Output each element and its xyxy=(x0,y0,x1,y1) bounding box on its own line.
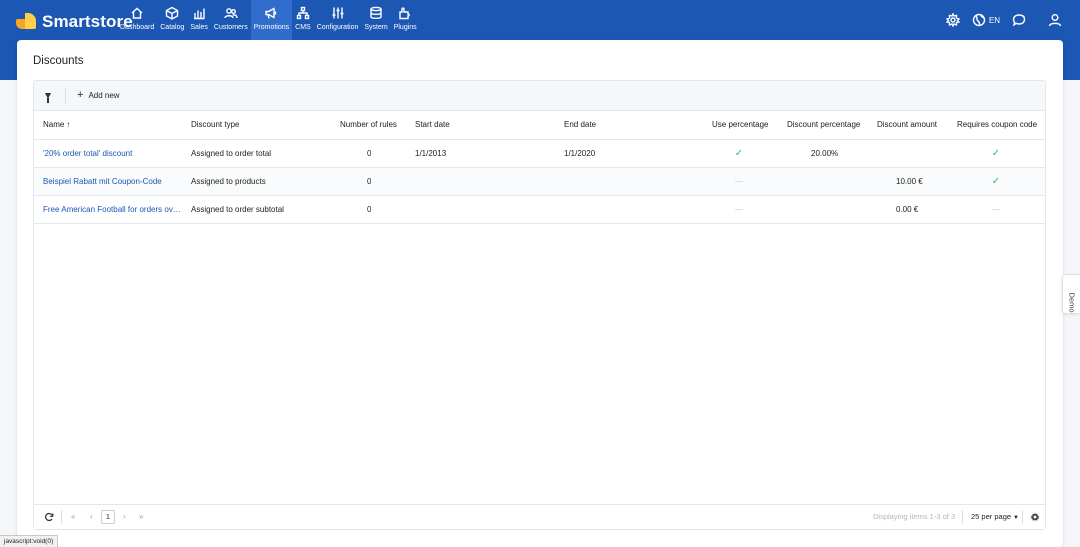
column-header-number-of-rules[interactable]: Number of rules xyxy=(340,111,397,139)
discounts-grid: + Add new Name ↑ Discount type Number of … xyxy=(33,80,1046,530)
caret-down-icon: ▼ xyxy=(1013,515,1019,521)
grid-footer: « ‹ 1 › » Displaying items 1-3 of 3 25 p… xyxy=(34,504,1045,529)
column-header-requires-coupon-code[interactable]: Requires coupon code xyxy=(957,111,1037,139)
pager-info: Displaying items 1-3 of 3 xyxy=(873,512,956,521)
discount-name-link[interactable]: Free American Football for orders over 1… xyxy=(43,196,183,223)
current-page-button[interactable]: 1 xyxy=(101,510,115,524)
discount-type-cell: Assigned to order total xyxy=(191,149,272,158)
column-header-discount-percentage[interactable]: Discount percentage xyxy=(787,111,860,139)
grid-toolbar: + Add new xyxy=(34,81,1045,111)
nav-item-plugins[interactable]: Plugins xyxy=(391,0,420,40)
sitemap-icon xyxy=(296,6,310,20)
add-new-label: Add new xyxy=(88,91,120,100)
column-header-discount-type[interactable]: Discount type xyxy=(191,111,239,139)
last-page-button[interactable]: » xyxy=(139,505,143,529)
prev-page-button[interactable]: ‹ xyxy=(90,505,93,529)
start-date-cell: 1/1/2013 xyxy=(415,149,447,158)
footer-divider xyxy=(962,510,963,524)
filter-button[interactable] xyxy=(45,92,51,103)
user-icon xyxy=(1048,14,1062,27)
box-icon xyxy=(166,6,179,20)
toolbar-divider xyxy=(65,87,66,104)
table-header: Name ↑ Discount type Number of rules Star… xyxy=(34,111,1045,140)
page-title: Discounts xyxy=(33,55,84,67)
number-of-rules-cell: 0 xyxy=(367,177,372,186)
main-nav: Dashboard Catalog Sales Customers Promot… xyxy=(117,0,420,40)
requires-coupon-check-icon: ✓ xyxy=(991,148,1001,159)
use-percentage-dash-icon: — xyxy=(735,205,743,214)
footer-divider xyxy=(1022,510,1023,524)
nav-item-cms[interactable]: CMS xyxy=(292,0,314,40)
discount-amount-cell: 0.00 € xyxy=(896,205,919,214)
settings-button[interactable] xyxy=(945,13,960,27)
nav-item-dashboard[interactable]: Dashboard xyxy=(117,0,157,40)
users-icon xyxy=(224,8,238,19)
discount-name-link[interactable]: '20% order total' discount xyxy=(43,140,183,167)
main-card: Discounts + Add new Name ↑ Discount type … xyxy=(17,40,1063,547)
nav-item-customers[interactable]: Customers xyxy=(211,0,251,40)
home-icon xyxy=(131,7,143,19)
discount-type-cell: Assigned to order subtotal xyxy=(191,205,284,214)
user-account-button[interactable] xyxy=(1048,13,1062,27)
demo-side-tab[interactable]: Demo xyxy=(1062,274,1080,314)
column-header-use-percentage[interactable]: Use percentage xyxy=(712,111,768,139)
nav-right-tools: EN xyxy=(934,0,1080,40)
demo-label: Demo xyxy=(1067,292,1077,313)
gear-icon xyxy=(1030,512,1040,522)
number-of-rules-cell: 0 xyxy=(367,149,372,158)
table-row[interactable]: '20% order total' discount Assigned to o… xyxy=(34,140,1045,168)
gear-icon xyxy=(945,13,960,27)
column-header-end-date[interactable]: End date xyxy=(564,111,596,139)
footer-divider xyxy=(61,510,62,524)
smartstore-logo-icon xyxy=(16,13,38,31)
brand[interactable]: Smartstore xyxy=(16,12,133,32)
chat-bubble-icon xyxy=(1012,14,1026,27)
chart-icon xyxy=(194,8,205,20)
end-date-cell: 1/1/2020 xyxy=(564,149,596,158)
nav-item-system[interactable]: System xyxy=(361,0,390,40)
discount-percentage-cell: 20.00% xyxy=(811,149,839,158)
column-header-name[interactable]: Name ↑ xyxy=(43,111,70,139)
requires-coupon-dash-icon: — xyxy=(992,205,1000,214)
discount-amount-cell: 10.00 € xyxy=(896,177,923,186)
page-size-select[interactable]: 25 per page ▼ xyxy=(971,505,1019,529)
discount-name-link[interactable]: Beispiel Rabatt mit Coupon-Code xyxy=(43,168,183,195)
use-percentage-check-icon: ✓ xyxy=(734,148,744,159)
sort-asc-icon: ↑ xyxy=(66,120,71,129)
language-code: EN xyxy=(988,15,1000,25)
nav-item-promotions[interactable]: Promotions xyxy=(250,0,293,40)
table-row[interactable]: Beispiel Rabatt mit Coupon-Code Assigned… xyxy=(34,168,1045,196)
first-page-button[interactable]: « xyxy=(71,505,75,529)
column-header-discount-amount[interactable]: Discount amount xyxy=(877,111,937,139)
table-row[interactable]: Free American Football for orders over 1… xyxy=(34,196,1045,224)
plus-icon: + xyxy=(77,89,84,101)
number-of-rules-cell: 0 xyxy=(367,205,372,214)
language-switcher[interactable]: EN xyxy=(972,13,1000,27)
nav-item-configuration[interactable]: Configuration xyxy=(314,0,362,40)
puzzle-icon xyxy=(399,7,411,20)
browser-status-bar: javascript:void(0) xyxy=(0,535,59,547)
database-icon xyxy=(370,6,382,20)
add-new-button[interactable]: + Add new xyxy=(77,90,120,101)
nav-item-sales[interactable]: Sales xyxy=(187,0,211,40)
use-percentage-dash-icon: — xyxy=(735,177,743,186)
refresh-icon xyxy=(45,512,54,521)
requires-coupon-check-icon: ✓ xyxy=(991,176,1001,187)
megaphone-icon xyxy=(265,7,277,19)
sliders-icon xyxy=(332,7,344,19)
chat-button[interactable] xyxy=(1012,13,1026,27)
next-page-button[interactable]: › xyxy=(123,505,126,529)
discount-type-cell: Assigned to products xyxy=(191,177,266,186)
globe-icon xyxy=(972,13,986,27)
nav-item-catalog[interactable]: Catalog xyxy=(157,0,187,40)
column-header-start-date[interactable]: Start date xyxy=(415,111,450,139)
refresh-button[interactable] xyxy=(44,505,54,529)
filter-icon xyxy=(45,92,51,103)
grid-settings-button[interactable] xyxy=(1030,505,1040,529)
